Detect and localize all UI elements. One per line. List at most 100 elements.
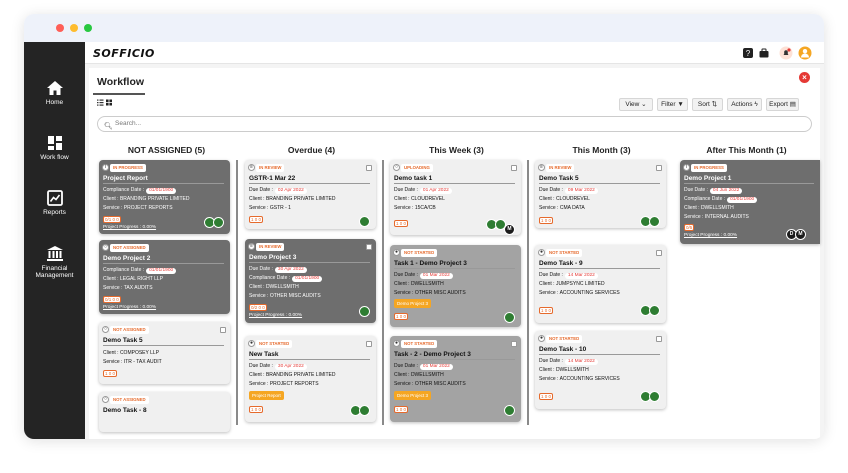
client-row: Client : BRANDING PRIVATE LIMITED: [249, 372, 336, 378]
status-badge: IN REVIEW: [546, 164, 575, 172]
card-checkbox[interactable]: [511, 341, 517, 347]
card-checkbox[interactable]: [656, 336, 662, 342]
client-row: Client : BRANDING PRIVATE LIMITED: [103, 196, 190, 202]
task-card[interactable]: ● NOT STARTED Demo Task - 9 Due Date :14…: [535, 245, 666, 323]
notification-bell-icon[interactable]: [779, 46, 793, 60]
due-date-row: Due Date :30 Apr 2022: [249, 363, 307, 370]
client-row: Client : BRANDING PRIVATE LIMITED: [249, 196, 336, 202]
due-date: 14 Mar 2022: [564, 359, 598, 365]
card-meta-counts: 1 0 0: [394, 406, 409, 413]
avatar[interactable]: [359, 216, 370, 227]
client-row: Client : CLOUDREVEL: [394, 196, 445, 202]
project-tag[interactable]: Demo Project 3: [394, 391, 432, 400]
sidebar-item-financial-management[interactable]: Financial Management: [24, 245, 85, 279]
briefcase-icon[interactable]: [758, 47, 770, 59]
client-row: Client : JUMPSYNC LIMITED: [539, 281, 605, 287]
due-label: Due Date :: [394, 187, 418, 193]
card-checkbox[interactable]: [656, 250, 662, 256]
task-card[interactable]: ○ UPLOADING Demo task 1 Due Date :01 Apr…: [390, 160, 521, 235]
avatar[interactable]: [504, 405, 515, 416]
due-date: 09 Mar 2022: [564, 188, 598, 194]
card-title: Demo Task 5: [539, 175, 579, 182]
task-card[interactable]: ○ NOT ASSIGNED Demo Task - 8: [99, 392, 230, 432]
card-meta-counts: 1 0 0: [394, 313, 409, 320]
card-checkbox[interactable]: [366, 341, 372, 347]
sidebar-item-workflow[interactable]: Work flow: [24, 135, 85, 161]
card-meta-counts: 0/5: [684, 224, 695, 231]
filter-button[interactable]: Filter ▼: [657, 98, 688, 111]
sidebar-item-home[interactable]: Home: [24, 80, 85, 106]
task-card[interactable]: ≡ IN REVIEW Demo Task 5 Due Date :09 Mar…: [535, 160, 666, 228]
status-icon: ○: [102, 326, 109, 333]
close-window-dot[interactable]: [56, 24, 64, 32]
card-meta-counts: 1 0 0: [249, 216, 264, 223]
card-checkbox[interactable]: [366, 244, 372, 250]
task-card[interactable]: i IN PROGRESS Project Report Compliance …: [99, 160, 230, 234]
task-card[interactable]: ● NOT STARTED Demo Task - 10 Due Date :1…: [535, 331, 666, 409]
project-progress: Project Progress : 0.00%: [103, 225, 157, 230]
compliance-date: 01/01/1900: [146, 188, 177, 194]
export-button[interactable]: Export ▤: [766, 98, 799, 111]
search-input[interactable]: 🔍︎ Search...: [97, 116, 812, 132]
task-card[interactable]: ● NOT STARTED Task - 2 - Demo Project 3 …: [390, 336, 521, 422]
close-icon[interactable]: ×: [799, 72, 810, 83]
status-badge: NOT ASSIGNED: [110, 326, 149, 334]
view-button[interactable]: View ⌄: [619, 98, 653, 111]
task-card[interactable]: ≡ IN REVIEW Demo Project 3 Due Date :30 …: [245, 239, 376, 323]
avatar[interactable]: [649, 391, 660, 402]
task-card[interactable]: i IN PROGRESS Demo Project 1 Due Date :0…: [680, 160, 820, 244]
due-label: Due Date :: [684, 187, 708, 193]
card-divider: [103, 263, 224, 264]
card-checkbox[interactable]: [366, 165, 372, 171]
task-card[interactable]: ○ NOT ASSIGNED Demo Task 5 Client : COMP…: [99, 322, 230, 384]
card-checkbox[interactable]: [511, 165, 517, 171]
user-avatar-icon[interactable]: [798, 46, 812, 60]
status-badge: NOT STARTED: [256, 340, 293, 348]
task-card[interactable]: ● NOT STARTED New Task Due Date :30 Apr …: [245, 336, 376, 422]
minimize-window-dot[interactable]: [70, 24, 78, 32]
avatar[interactable]: M: [504, 224, 515, 235]
compliance-label: Compliance Date :: [103, 187, 145, 193]
service-row: Service : GSTR - 1: [249, 205, 291, 211]
view-toggle-icons[interactable]: [97, 99, 113, 106]
card-meta-counts: 1 0 0: [539, 217, 554, 224]
card-checkbox[interactable]: [656, 165, 662, 171]
avatar[interactable]: [649, 305, 660, 316]
avatar[interactable]: [359, 405, 370, 416]
avatar[interactable]: M: [795, 229, 806, 240]
sidebar-item-reports[interactable]: Reports: [24, 190, 85, 216]
due-label: Due Date :: [539, 358, 563, 364]
task-card[interactable]: ≡ IN REVIEW GSTR-1 Mar 22 Due Date :02 A…: [245, 160, 376, 229]
subtask-count: 1 0 0: [539, 307, 554, 314]
project-tag[interactable]: Project Report: [249, 391, 284, 400]
browser-window: Home Work flow Reports Financial Managem…: [24, 14, 824, 439]
client-row: Client : DWELLSMITH: [394, 281, 444, 287]
avatar[interactable]: [504, 312, 515, 323]
actions-button[interactable]: Actions ϟ: [727, 98, 762, 111]
service-row: Service : CMA DATA: [539, 205, 585, 211]
avatar[interactable]: [359, 306, 370, 317]
status-icon: ○: [102, 396, 109, 403]
due-label: Due Date :: [249, 187, 273, 193]
avatar[interactable]: [649, 216, 660, 227]
client-row: Client : DWELLSMITH: [684, 205, 734, 211]
service-row: Service : 15CA/CB: [394, 205, 436, 211]
task-card[interactable]: ● NOT STARTED Task 1 - Demo Project 3 Du…: [390, 245, 521, 327]
avatar[interactable]: [213, 217, 224, 228]
card-divider: [394, 183, 515, 184]
status-icon: ○: [393, 164, 400, 171]
assignee-avatars: [640, 303, 660, 321]
card-title: Project Report: [103, 175, 148, 182]
main-area: Workflow × View ⌄ Filter ▼ Sort ⇅ Action…: [85, 64, 824, 439]
card-title: Demo Task - 8: [103, 407, 147, 414]
assignee-avatars: [504, 310, 515, 327]
project-tag[interactable]: Demo Project 3: [394, 299, 432, 308]
column-header-after-this-month: After This Month (1): [706, 145, 787, 155]
top-header: SOFFICIO ?: [85, 42, 824, 64]
task-card[interactable]: ○ NOT ASSIGNED Demo Project 2 Compliance…: [99, 240, 230, 314]
card-checkbox[interactable]: [220, 327, 226, 333]
sort-button[interactable]: Sort ⇅: [692, 98, 723, 111]
maximize-window-dot[interactable]: [84, 24, 92, 32]
assignee-avatars: M: [486, 217, 515, 235]
help-icon[interactable]: ?: [742, 47, 754, 59]
